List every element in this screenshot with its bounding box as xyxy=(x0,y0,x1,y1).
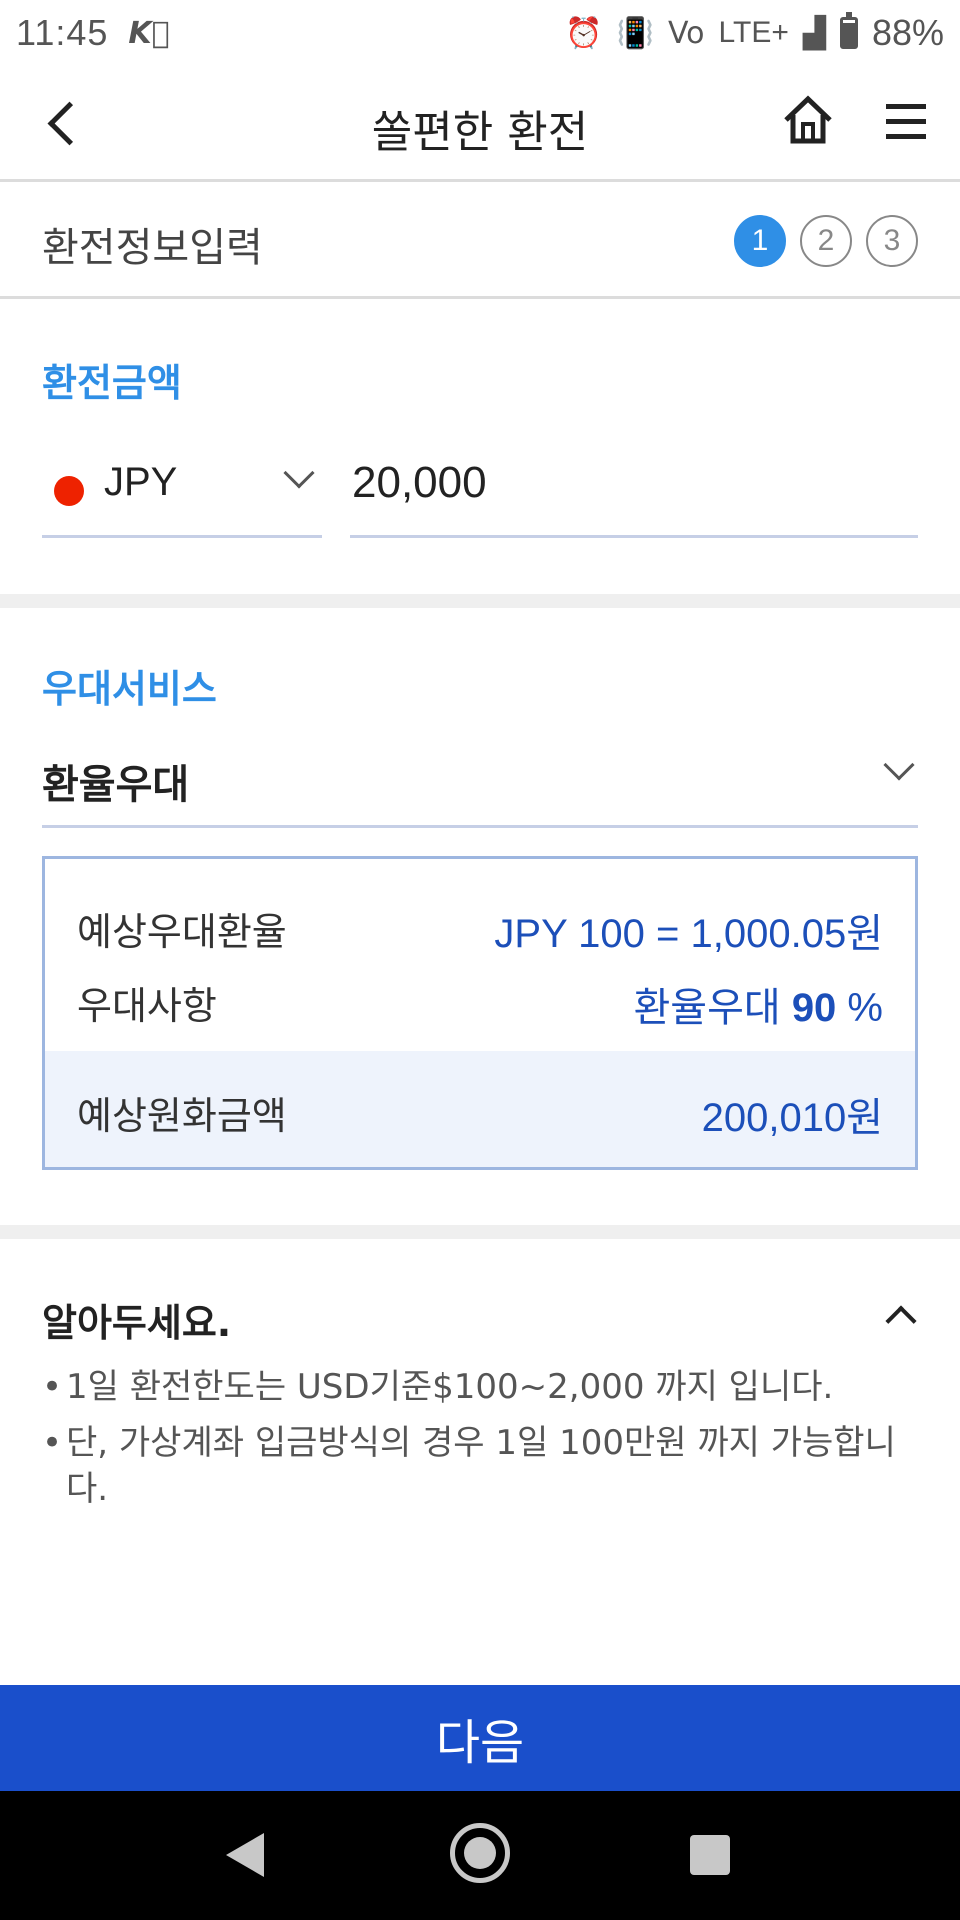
expected-rate-label: 예상우대환율 xyxy=(77,910,287,954)
chevron-down-icon xyxy=(283,457,315,489)
benefit-label: 우대사항 xyxy=(77,984,217,1028)
network-type: LTE+ xyxy=(718,16,789,49)
currency-select[interactable]: JPY xyxy=(42,450,322,538)
benefit-row: 우대사항 환율우대 90 % xyxy=(77,969,883,1030)
section-divider xyxy=(0,1225,960,1239)
section-divider xyxy=(0,594,960,608)
nav-recents-icon[interactable] xyxy=(690,1835,730,1875)
amount-section-label: 환전금액 xyxy=(42,361,182,405)
benefit-number: 90 xyxy=(791,986,837,1030)
expected-rate-value: JPY 100 = 1,000.05원 xyxy=(494,912,883,956)
step-1: 1 xyxy=(734,215,786,267)
step-2: 2 xyxy=(800,215,852,267)
notice-title: 알아두세요. xyxy=(42,1301,232,1345)
status-icons: ⏰ 📳 Vo LTE+ ▟ 88% xyxy=(565,12,944,54)
service-select[interactable]: 환율우대 xyxy=(42,740,918,828)
vibrate-icon: 📳 xyxy=(616,15,654,51)
notice-item: 단, 가상계좌 입금방식의 경우 1일 100만원 까지 가능합니다. xyxy=(42,1420,902,1512)
total-label: 예상원화금액 xyxy=(77,1094,287,1138)
nav-home-icon[interactable] xyxy=(450,1823,510,1883)
system-nav-bar xyxy=(0,1791,960,1920)
volte-icon: Vo xyxy=(667,15,705,51)
currency-code: JPY xyxy=(104,460,178,504)
service-selected-value: 환율우대 xyxy=(42,762,190,808)
expected-rate-row: 예상우대환율 JPY 100 = 1,000.05원 xyxy=(77,895,883,956)
battery-percent: 88% xyxy=(871,12,944,53)
amount-input[interactable]: 20,000 xyxy=(350,450,918,538)
rate-summary-box: 예상우대환율 JPY 100 = 1,000.05원 우대사항 환율우대 90 … xyxy=(42,856,918,1170)
signal-icon: ▟ xyxy=(802,15,826,51)
status-time: 11:45 xyxy=(16,12,109,53)
benefit-suffix: % xyxy=(836,986,883,1030)
vpn-key-icon: K⃝ xyxy=(128,15,170,51)
japan-flag-icon xyxy=(54,476,84,506)
total-value: 200,010원 xyxy=(701,1096,883,1140)
step-title: 환전정보입력 xyxy=(42,225,263,271)
menu-icon[interactable] xyxy=(886,104,926,140)
benefit-prefix: 환율우대 xyxy=(633,986,792,1030)
battery-icon xyxy=(839,12,858,49)
app-header: 쏠편한 환전 xyxy=(0,66,960,182)
status-bar: 11:45 K⃝ ⏰ 📳 Vo LTE+ ▟ 88% xyxy=(0,0,960,66)
total-row: 예상원화금액 200,010원 xyxy=(45,1051,915,1167)
next-button[interactable]: 다음 xyxy=(0,1685,960,1791)
total-row-content: 예상원화금액 200,010원 xyxy=(77,1079,883,1140)
step-3: 3 xyxy=(866,215,918,267)
chevron-down-icon xyxy=(883,749,915,781)
step-indicator-row: 환전정보입력 1 2 3 xyxy=(0,183,960,299)
service-section-label: 우대서비스 xyxy=(42,667,217,711)
chevron-up-icon[interactable] xyxy=(885,1305,917,1337)
notice-item: 1일 환전한도는 USD기준$100~2,000 까지 입니다. xyxy=(42,1364,902,1410)
nav-back-icon[interactable] xyxy=(226,1833,264,1877)
alarm-icon: ⏰ xyxy=(565,15,603,51)
step-indicator: 1 2 3 xyxy=(734,215,918,267)
notice-list: 1일 환전한도는 USD기준$100~2,000 까지 입니다. 단, 가상계좌… xyxy=(42,1364,902,1522)
benefit-value: 환율우대 90 % xyxy=(633,975,883,1033)
amount-value: 20,000 xyxy=(352,458,487,507)
home-icon[interactable] xyxy=(782,94,834,146)
